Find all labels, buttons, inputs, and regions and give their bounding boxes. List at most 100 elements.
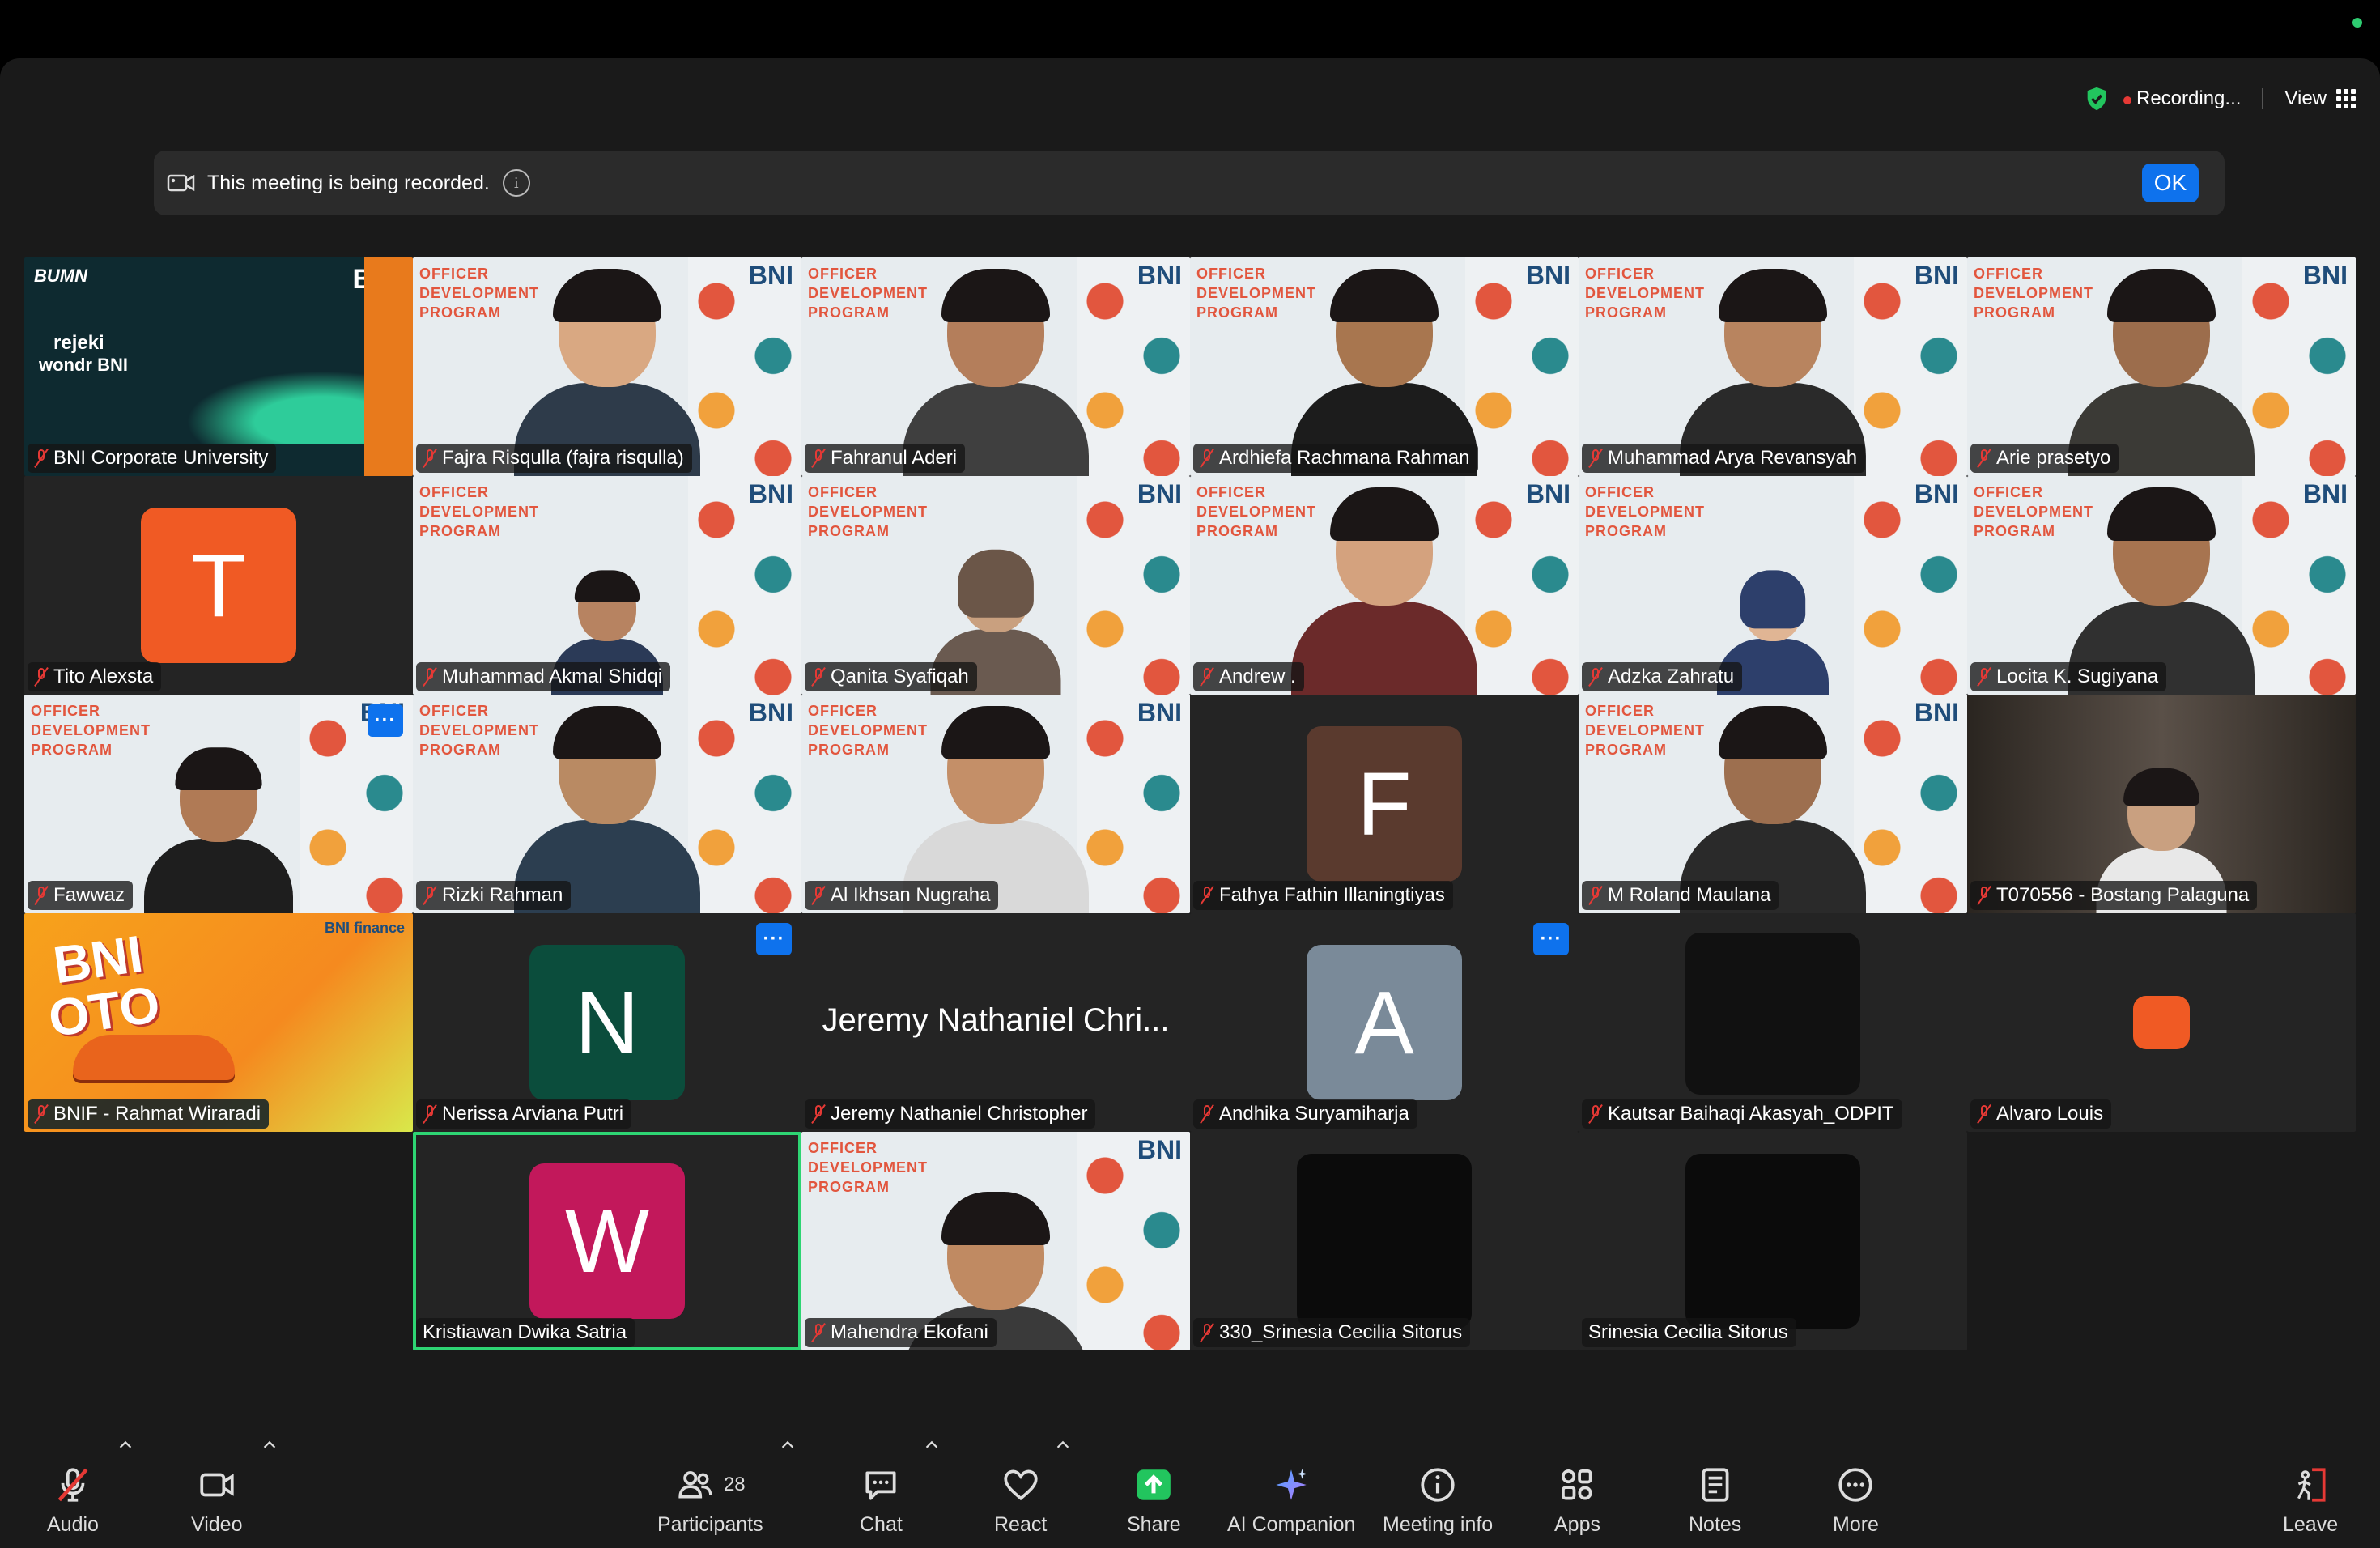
participant-tile[interactable]: A ··· Andhika Suryamiharja — [1190, 913, 1579, 1132]
share-button[interactable]: Share — [1127, 1465, 1181, 1537]
participant-tile[interactable]: Kautsar Baihaqi Akasyah_ODPIT — [1579, 913, 1967, 1132]
leave-button[interactable]: Leave — [2283, 1465, 2338, 1537]
participant-tile[interactable]: F Fathya Fathin Illaningtiyas — [1190, 695, 1579, 913]
ai-companion-label: AI Companion — [1227, 1513, 1356, 1536]
more-button[interactable]: More — [1833, 1465, 1879, 1537]
participant-name: Nerissa Arviana Putri — [442, 1103, 624, 1125]
participant-tile[interactable]: BNI OFFICER DEVELOPMENT PROGRAM Al Ikhsan … — [801, 695, 1190, 913]
odp-logo: OFFICER DEVELOPMENT PROGRAM — [1585, 484, 1706, 539]
ok-button[interactable]: OK — [2142, 164, 2199, 202]
more-options-button[interactable]: ··· — [1533, 923, 1569, 955]
participant-tile[interactable]: BNI OFFICER DEVELOPMENT PROGRAM Fajra Risq… — [413, 257, 801, 476]
participant-tile[interactable]: T Tito Alexsta — [24, 476, 413, 695]
muted-mic-icon — [423, 666, 437, 687]
participant-name: Andrew . — [1219, 666, 1296, 687]
recording-label: Recording... — [2136, 87, 2242, 109]
participant-tile[interactable]: BNI OFFICER DEVELOPMENT PROGRAM Ardhiefa R… — [1190, 257, 1579, 476]
participant-tile[interactable]: BNI OFFICER DEVELOPMENT PROGRAM Fahranul A… — [801, 257, 1190, 476]
participant-name: Alvaro Louis — [1996, 1103, 2104, 1125]
apps-button[interactable]: Apps — [1554, 1465, 1600, 1537]
participant-tile[interactable]: BNI OTO BNI finance BNIF - Rahmat Wirara… — [24, 913, 413, 1132]
avatar — [1685, 1154, 1860, 1329]
muted-mic-icon — [811, 1104, 826, 1125]
more-options-button[interactable]: ··· — [756, 923, 792, 955]
video-grid: BUMN BNI rejeki wondr BNI BNI Corporate … — [24, 257, 2356, 1350]
video-camera-icon — [200, 1473, 234, 1497]
react-label: React — [994, 1513, 1048, 1536]
participant-nametag: Alvaro Louis — [1970, 1099, 2112, 1129]
muted-mic-icon — [1200, 448, 1214, 469]
participant-tile[interactable]: 330_Srinesia Cecilia Sitorus — [1190, 1132, 1579, 1350]
participant-tile[interactable]: N ··· Nerissa Arviana Putri — [413, 913, 801, 1132]
participant-name: T070556 - Bostang Palaguna — [1996, 884, 2250, 906]
more-options-button[interactable]: ··· — [368, 704, 403, 737]
participant-nametag: Mahendra Ekofani — [805, 1318, 997, 1347]
participant-nametag: Arie prasetyo — [1970, 444, 2119, 473]
muted-microphone-icon — [57, 1468, 88, 1502]
avatar: N — [529, 945, 685, 1100]
participant-tile[interactable]: BNI OFFICER DEVELOPMENT PROGRAM M Roland M… — [1579, 695, 1967, 913]
participant-tile[interactable]: Jeremy Nathaniel Chri... Jeremy Nathanie… — [801, 913, 1190, 1132]
participant-name: Arie prasetyo — [1996, 447, 2111, 469]
participant-nametag: Muhammad Akmal Shidqi — [416, 662, 671, 691]
top-right-bar: Recording... View — [2083, 81, 2356, 117]
chevron-up-icon[interactable] — [117, 1436, 134, 1454]
notes-button[interactable]: Notes — [1689, 1465, 1741, 1537]
participant-tile[interactable]: BUMN BNI rejeki wondr BNI BNI Corporate … — [24, 257, 413, 476]
info-icon[interactable]: i — [502, 169, 530, 197]
view-button[interactable]: View — [2284, 87, 2356, 110]
muted-mic-icon — [811, 1322, 826, 1343]
participant-tile[interactable]: BNI OFFICER DEVELOPMENT PROGRAM Adzka Zahr… — [1579, 476, 1967, 695]
avatar: W — [529, 1163, 685, 1319]
meeting-info-label: Meeting info — [1383, 1513, 1494, 1536]
ai-companion-button[interactable]: AI Companion — [1227, 1465, 1355, 1537]
muted-mic-icon — [1977, 1104, 1991, 1125]
bni-logo: BNI — [1525, 261, 1570, 290]
react-button[interactable]: React — [994, 1465, 1047, 1537]
participant-name: Al Ikhsan Nugraha — [831, 884, 991, 906]
participant-nametag: Kautsar Baihaqi Akasyah_ODPIT — [1582, 1099, 1902, 1129]
participant-tile[interactable]: BNI OFFICER DEVELOPMENT PROGRAM Muhammad A… — [413, 476, 801, 695]
participant-nametag: Srinesia Cecilia Sitorus — [1582, 1318, 1796, 1347]
participant-tile[interactable]: BNI OFFICER DEVELOPMENT PROGRAM Qanita Sya… — [801, 476, 1190, 695]
participant-name: Locita K. Sugiyana — [1996, 666, 2159, 687]
recording-indicator[interactable]: Recording... — [2123, 87, 2241, 110]
chevron-up-icon[interactable] — [1054, 1436, 1072, 1454]
chevron-up-icon[interactable] — [261, 1436, 278, 1454]
participant-tile[interactable]: BNI OFFICER DEVELOPMENT PROGRAM Locita K. … — [1967, 476, 2356, 695]
participant-tile[interactable]: BNI OFFICER DEVELOPMENT PROGRAM Muhammad A… — [1579, 257, 1967, 476]
participants-button[interactable]: 28 Participants — [657, 1465, 763, 1537]
participant-tile[interactable]: T070556 - Bostang Palaguna — [1967, 695, 2356, 913]
muted-mic-icon — [423, 448, 437, 469]
video-button[interactable]: Video — [191, 1465, 243, 1537]
participant-tile[interactable]: BNI OFFICER DEVELOPMENT PROGRAM Mahendra E… — [801, 1132, 1190, 1350]
promo-stripe — [364, 257, 413, 476]
participant-name: BNI Corporate University — [53, 447, 269, 469]
audio-button[interactable]: Audio — [47, 1465, 99, 1537]
odp-logo: OFFICER DEVELOPMENT PROGRAM — [31, 703, 151, 758]
participant-name: Fathya Fathin Illaningtiyas — [1219, 884, 1445, 906]
participant-name: Jeremy Nathaniel Christopher — [831, 1103, 1088, 1125]
bni-logo: BNI — [1525, 479, 1570, 508]
chat-button[interactable]: Chat — [860, 1465, 903, 1537]
participant-name: M Roland Maulana — [1608, 884, 1771, 906]
participant-name: Muhammad Arya Revansyah — [1608, 447, 1858, 469]
participant-video — [1291, 487, 1477, 695]
participant-tile[interactable]: Alvaro Louis — [1967, 913, 2356, 1132]
chevron-up-icon[interactable] — [923, 1436, 941, 1454]
status-dot — [2352, 18, 2362, 28]
leave-label: Leave — [2283, 1513, 2339, 1536]
participant-name: Qanita Syafiqah — [831, 666, 969, 687]
chevron-up-icon[interactable] — [779, 1436, 797, 1454]
participant-tile[interactable]: Srinesia Cecilia Sitorus — [1579, 1132, 1967, 1350]
participant-nametag: BNI Corporate University — [28, 444, 277, 473]
shield-check-icon[interactable] — [2083, 85, 2110, 113]
participant-tile[interactable]: BNI OFFICER DEVELOPMENT PROGRAM Arie prase… — [1967, 257, 2356, 476]
heart-icon — [1004, 1469, 1038, 1501]
participant-tile[interactable]: BNI OFFICER DEVELOPMENT PROGRAM Andrew . — [1190, 476, 1579, 695]
participant-tile-active-speaker[interactable]: W Kristiawan Dwika Satria — [413, 1132, 801, 1350]
participant-nametag: Ardhiefa Rachmana Rahman — [1193, 444, 1478, 473]
participant-tile[interactable]: BNI OFFICER DEVELOPMENT PROGRAM Rizki Rahm… — [413, 695, 801, 913]
meeting-info-button[interactable]: Meeting info — [1383, 1465, 1493, 1537]
participant-tile[interactable]: BNI OFFICERDEVELOPMENTPROGRAM ··· Fawwaz — [24, 695, 413, 913]
